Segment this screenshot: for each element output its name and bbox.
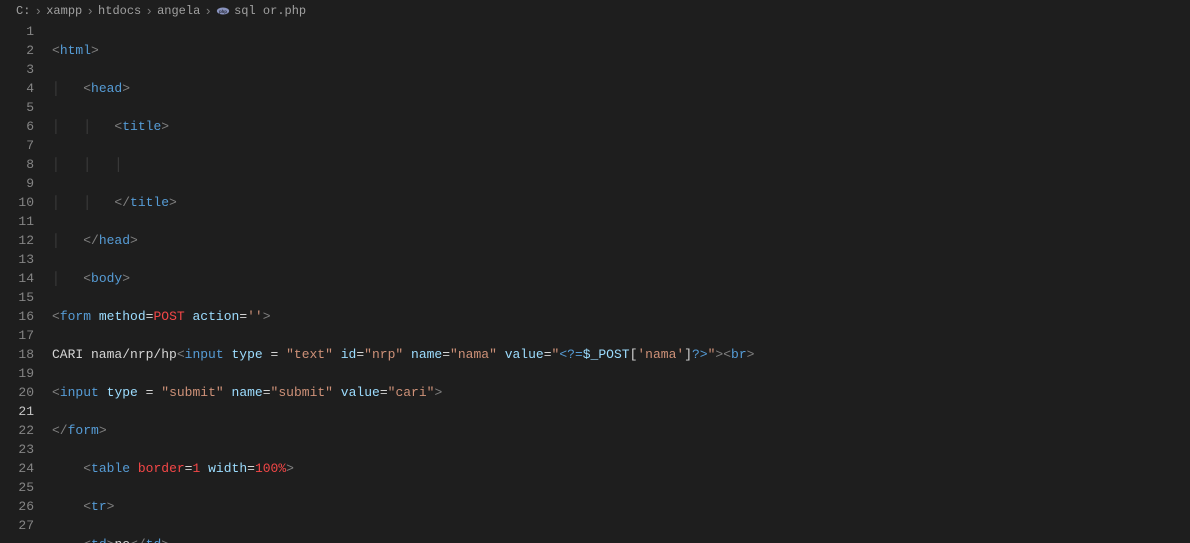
code-line[interactable]: <table border=1 width=100%> <box>52 459 1180 478</box>
chevron-right-icon: › <box>34 4 42 19</box>
code-line[interactable]: │ <head> <box>52 79 1180 98</box>
line-number-gutter: 1234567891011121314151617181920212223242… <box>0 22 52 543</box>
code-line[interactable]: <td>no</td> <box>52 535 1180 543</box>
code-line[interactable]: <input type = "submit" name="submit" val… <box>52 383 1180 402</box>
breadcrumb-seg[interactable]: htdocs <box>98 4 141 18</box>
code-line[interactable]: │ │ </title> <box>52 193 1180 212</box>
php-file-icon: php <box>216 4 230 18</box>
code-line[interactable]: │ <body> <box>52 269 1180 288</box>
breadcrumb-seg[interactable]: C: <box>16 4 30 18</box>
code-line[interactable]: </form> <box>52 421 1180 440</box>
code-line[interactable]: CARI nama/nrp/hp<input type = "text" id=… <box>52 345 1180 364</box>
breadcrumb-seg[interactable]: angela <box>157 4 200 18</box>
chevron-right-icon: › <box>204 4 212 19</box>
svg-text:php: php <box>219 10 227 15</box>
chevron-right-icon: › <box>86 4 94 19</box>
editor[interactable]: 1234567891011121314151617181920212223242… <box>0 22 1190 543</box>
code-line[interactable]: │ │ <title> <box>52 117 1180 136</box>
code-line[interactable]: <html> <box>52 41 1180 60</box>
breadcrumb[interactable]: C: › xampp › htdocs › angela › php sql o… <box>0 0 1190 22</box>
code-line[interactable]: │ │ │ <box>52 155 1180 174</box>
breadcrumb-seg[interactable]: sql or.php <box>234 4 306 18</box>
code-line[interactable]: <form method=POST action=''> <box>52 307 1180 326</box>
code-line[interactable]: │ </head> <box>52 231 1180 250</box>
code-area[interactable]: <html> │ <head> │ │ <title> │ │ │ │ │ </… <box>52 22 1180 543</box>
minimap[interactable] <box>1180 22 1190 543</box>
chevron-right-icon: › <box>145 4 153 19</box>
breadcrumb-seg[interactable]: xampp <box>46 4 82 18</box>
code-line[interactable]: <tr> <box>52 497 1180 516</box>
